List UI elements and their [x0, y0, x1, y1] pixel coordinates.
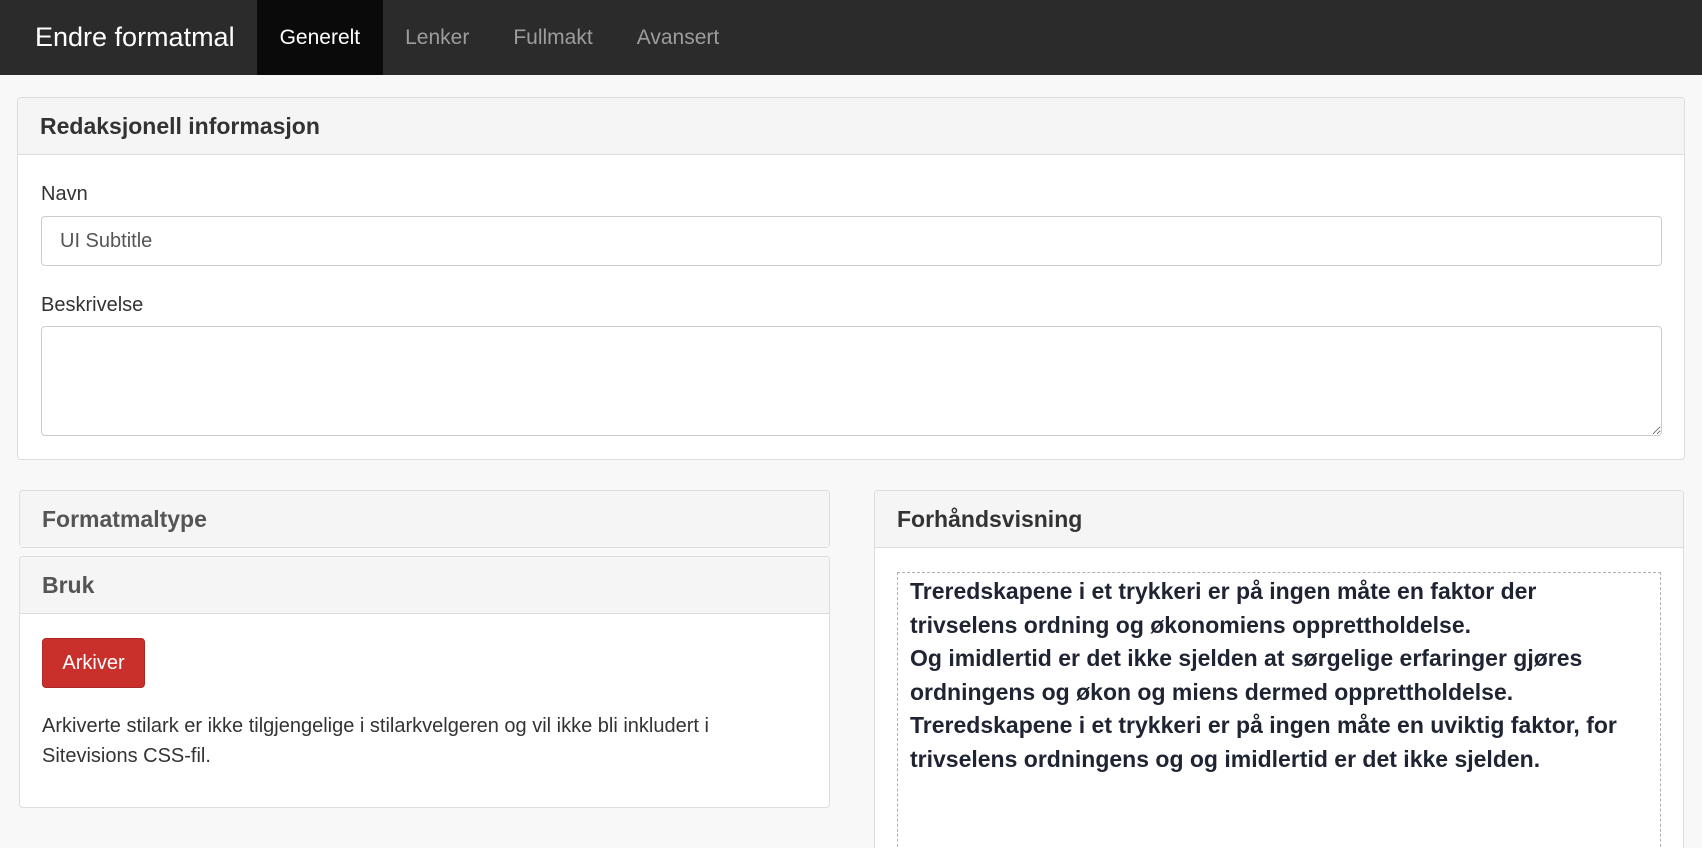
description-label: Beskrivelse [41, 294, 144, 316]
name-input[interactable] [41, 216, 1662, 266]
usage-panel: Bruk Arkiver Arkiverte stilark er ikke t… [19, 556, 830, 808]
editorial-info-heading: Redaksjonell informasjon [18, 98, 1684, 155]
preview-paragraph: Treredskapene i et trykkeri er på ingen … [910, 712, 1617, 772]
format-type-heading[interactable]: Formatmaltype [20, 491, 829, 547]
name-label: Navn [41, 183, 88, 205]
usage-heading: Bruk [20, 557, 829, 614]
archive-button[interactable]: Arkiver [42, 638, 145, 688]
tab-lenker[interactable]: Lenker [383, 0, 491, 75]
tab-avansert[interactable]: Avansert [615, 0, 742, 75]
preview-heading: Forhåndsvisning [875, 491, 1683, 548]
tab-generelt[interactable]: Generelt [256, 0, 384, 75]
preview-panel: Forhåndsvisning Treredskapene i et trykk… [874, 490, 1684, 848]
top-navbar: Endre formatmal Generelt Lenker Fullmakt… [0, 0, 1702, 75]
navbar-brand: Endre formatmal [35, 22, 235, 52]
preview-paragraph: Treredskapene i et trykkeri er på ingen … [910, 578, 1537, 638]
format-type-panel[interactable]: Formatmaltype [19, 490, 830, 548]
description-textarea[interactable] [41, 326, 1662, 436]
preview-box: Treredskapene i et trykkeri er på ingen … [897, 572, 1661, 848]
tab-fullmakt[interactable]: Fullmakt [491, 0, 614, 75]
preview-paragraph: Og imidlertid er det ikke sjelden at sør… [910, 645, 1583, 705]
archive-help-text: Arkiverte stilark er ikke tilgjengelige … [42, 715, 709, 767]
editorial-info-panel: Redaksjonell informasjon Navn Beskrivels… [17, 97, 1685, 460]
